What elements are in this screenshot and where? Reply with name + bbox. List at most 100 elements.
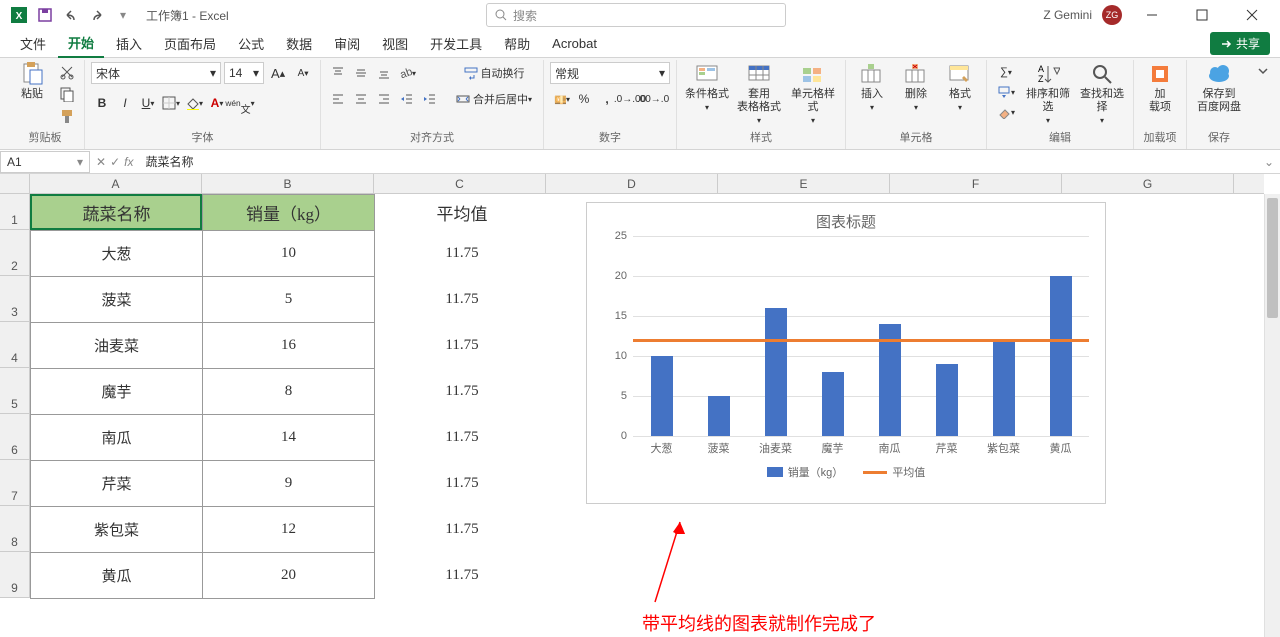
fill-color-button[interactable]: ▾	[183, 92, 205, 114]
sort-filter-button[interactable]: AZ排序和筛选▾	[1023, 62, 1073, 126]
formula-input[interactable]: 蔬菜名称	[139, 153, 1257, 170]
cancel-formula-button[interactable]: ✕	[96, 155, 106, 169]
table-cell[interactable]: 20	[203, 553, 375, 599]
minimize-button[interactable]	[1132, 1, 1172, 29]
formula-expand-button[interactable]: ⌄	[1258, 155, 1280, 169]
table-cell[interactable]: 9	[203, 461, 375, 507]
vertical-scrollbar[interactable]	[1264, 194, 1280, 637]
table-cell[interactable]: 菠菜	[31, 277, 203, 323]
row-header-1[interactable]: 1	[0, 194, 29, 230]
delete-cells-button[interactable]: 删除▾	[896, 62, 936, 113]
redo-icon[interactable]	[86, 4, 108, 26]
enter-formula-button[interactable]: ✓	[110, 155, 120, 169]
name-box[interactable]: A1▾	[0, 151, 90, 173]
addins-button[interactable]: 加 载项	[1140, 62, 1180, 114]
tab-help[interactable]: 帮助	[494, 30, 540, 57]
chart-legend[interactable]: 销量（kg） 平均值	[595, 464, 1097, 480]
italic-button[interactable]: I	[114, 92, 136, 114]
tab-view[interactable]: 视图	[372, 30, 418, 57]
chart-bar[interactable]	[822, 372, 844, 436]
font-size-select[interactable]: 14▾	[224, 62, 264, 84]
orientation-button[interactable]: ab▾	[396, 62, 418, 84]
column-header-g[interactable]: G	[1062, 174, 1234, 193]
accounting-format-button[interactable]: 💴▾	[550, 88, 572, 110]
table-cell[interactable]: 8	[203, 369, 375, 415]
tab-layout[interactable]: 页面布局	[154, 30, 226, 57]
data-table[interactable]: 蔬菜名称销量（kg）大葱10菠菜5油麦菜16魔芋8南瓜14芹菜9紫包菜12黄瓜2…	[30, 194, 375, 599]
wrap-text-button[interactable]: 自动换行	[451, 62, 537, 84]
table-cell[interactable]: 5	[203, 277, 375, 323]
border-button[interactable]: ▾	[160, 92, 182, 114]
find-select-button[interactable]: 查找和选择▾	[1077, 62, 1127, 126]
table-cell[interactable]: 紫包菜	[31, 507, 203, 553]
format-as-table-button[interactable]: 套用 表格格式▾	[735, 62, 783, 126]
table-cell[interactable]: 11.75	[376, 414, 548, 460]
increase-font-button[interactable]: A▴	[267, 62, 289, 84]
legend-item-bars[interactable]: 销量（kg）	[767, 464, 844, 480]
align-right-button[interactable]	[373, 88, 395, 110]
table-cell[interactable]: 11.75	[376, 506, 548, 552]
align-left-button[interactable]	[327, 88, 349, 110]
decrease-font-button[interactable]: A▾	[292, 62, 314, 84]
table-cell[interactable]: 油麦菜	[31, 323, 203, 369]
cut-button[interactable]	[56, 62, 78, 82]
table-cell[interactable]: 12	[203, 507, 375, 553]
tab-insert[interactable]: 插入	[106, 30, 152, 57]
row-header-2[interactable]: 2	[0, 230, 29, 276]
fx-button[interactable]: fx	[124, 155, 133, 169]
fill-button[interactable]: ▾	[993, 82, 1019, 102]
chart-title[interactable]: 图表标题	[595, 211, 1097, 232]
save-icon[interactable]	[34, 4, 56, 26]
tab-file[interactable]: 文件	[10, 30, 56, 57]
table-cell[interactable]: 11.75	[376, 552, 548, 598]
number-format-select[interactable]: 常规▾	[550, 62, 670, 84]
paste-button[interactable]: 粘贴	[12, 62, 52, 101]
save-baidu-button[interactable]: 保存到 百度网盘	[1193, 62, 1245, 114]
table-cell[interactable]: 大葱	[31, 231, 203, 277]
search-box[interactable]: 搜索	[486, 3, 786, 27]
clear-button[interactable]: ▾	[993, 102, 1019, 122]
table-cell[interactable]: 芹菜	[31, 461, 203, 507]
tab-data[interactable]: 数据	[276, 30, 322, 57]
row-header-8[interactable]: 8	[0, 506, 29, 552]
close-button[interactable]	[1232, 1, 1272, 29]
table-cell[interactable]: 11.75	[376, 230, 548, 276]
tab-home[interactable]: 开始	[58, 29, 104, 58]
table-cell[interactable]: 11.75	[376, 368, 548, 414]
row-header-3[interactable]: 3	[0, 276, 29, 322]
copy-button[interactable]	[56, 84, 78, 104]
ribbon-collapse-button[interactable]	[1252, 60, 1274, 149]
align-top-button[interactable]	[327, 62, 349, 84]
underline-button[interactable]: U▾	[137, 92, 159, 114]
chart-bar[interactable]	[936, 364, 958, 436]
tab-acrobat[interactable]: Acrobat	[542, 32, 607, 55]
bold-button[interactable]: B	[91, 92, 113, 114]
column-header-c[interactable]: C	[374, 174, 546, 193]
align-bottom-button[interactable]	[373, 62, 395, 84]
align-center-button[interactable]	[350, 88, 372, 110]
table-cell[interactable]: 16	[203, 323, 375, 369]
column-c-values[interactable]: 平均值11.7511.7511.7511.7511.7511.7511.7511…	[376, 194, 548, 598]
table-cell[interactable]: 魔芋	[31, 369, 203, 415]
embedded-chart[interactable]: 图表标题 0510152025 大葱菠菜油麦菜魔芋南瓜芹菜紫包菜黄瓜 销量（kg…	[586, 202, 1106, 504]
maximize-button[interactable]	[1182, 1, 1222, 29]
tab-review[interactable]: 审阅	[324, 30, 370, 57]
chart-average-line[interactable]	[633, 339, 1089, 342]
decrease-decimal-button[interactable]: .00→.0	[642, 88, 664, 110]
format-painter-button[interactable]	[56, 106, 78, 126]
increase-indent-button[interactable]	[419, 88, 441, 110]
avatar[interactable]: ZG	[1102, 5, 1122, 25]
row-header-4[interactable]: 4	[0, 322, 29, 368]
column-header-a[interactable]: A	[30, 174, 202, 193]
chart-bar[interactable]	[651, 356, 673, 436]
font-name-select[interactable]: 宋体▾	[91, 62, 221, 84]
column-header-e[interactable]: E	[718, 174, 890, 193]
qat-dropdown-icon[interactable]: ▾	[112, 4, 134, 26]
conditional-format-button[interactable]: 条件格式▾	[683, 62, 731, 113]
row-header-6[interactable]: 6	[0, 414, 29, 460]
percent-button[interactable]: %	[573, 88, 595, 110]
scrollbar-thumb[interactable]	[1267, 198, 1278, 318]
column-header-f[interactable]: F	[890, 174, 1062, 193]
decrease-indent-button[interactable]	[396, 88, 418, 110]
table-cell[interactable]: 11.75	[376, 460, 548, 506]
